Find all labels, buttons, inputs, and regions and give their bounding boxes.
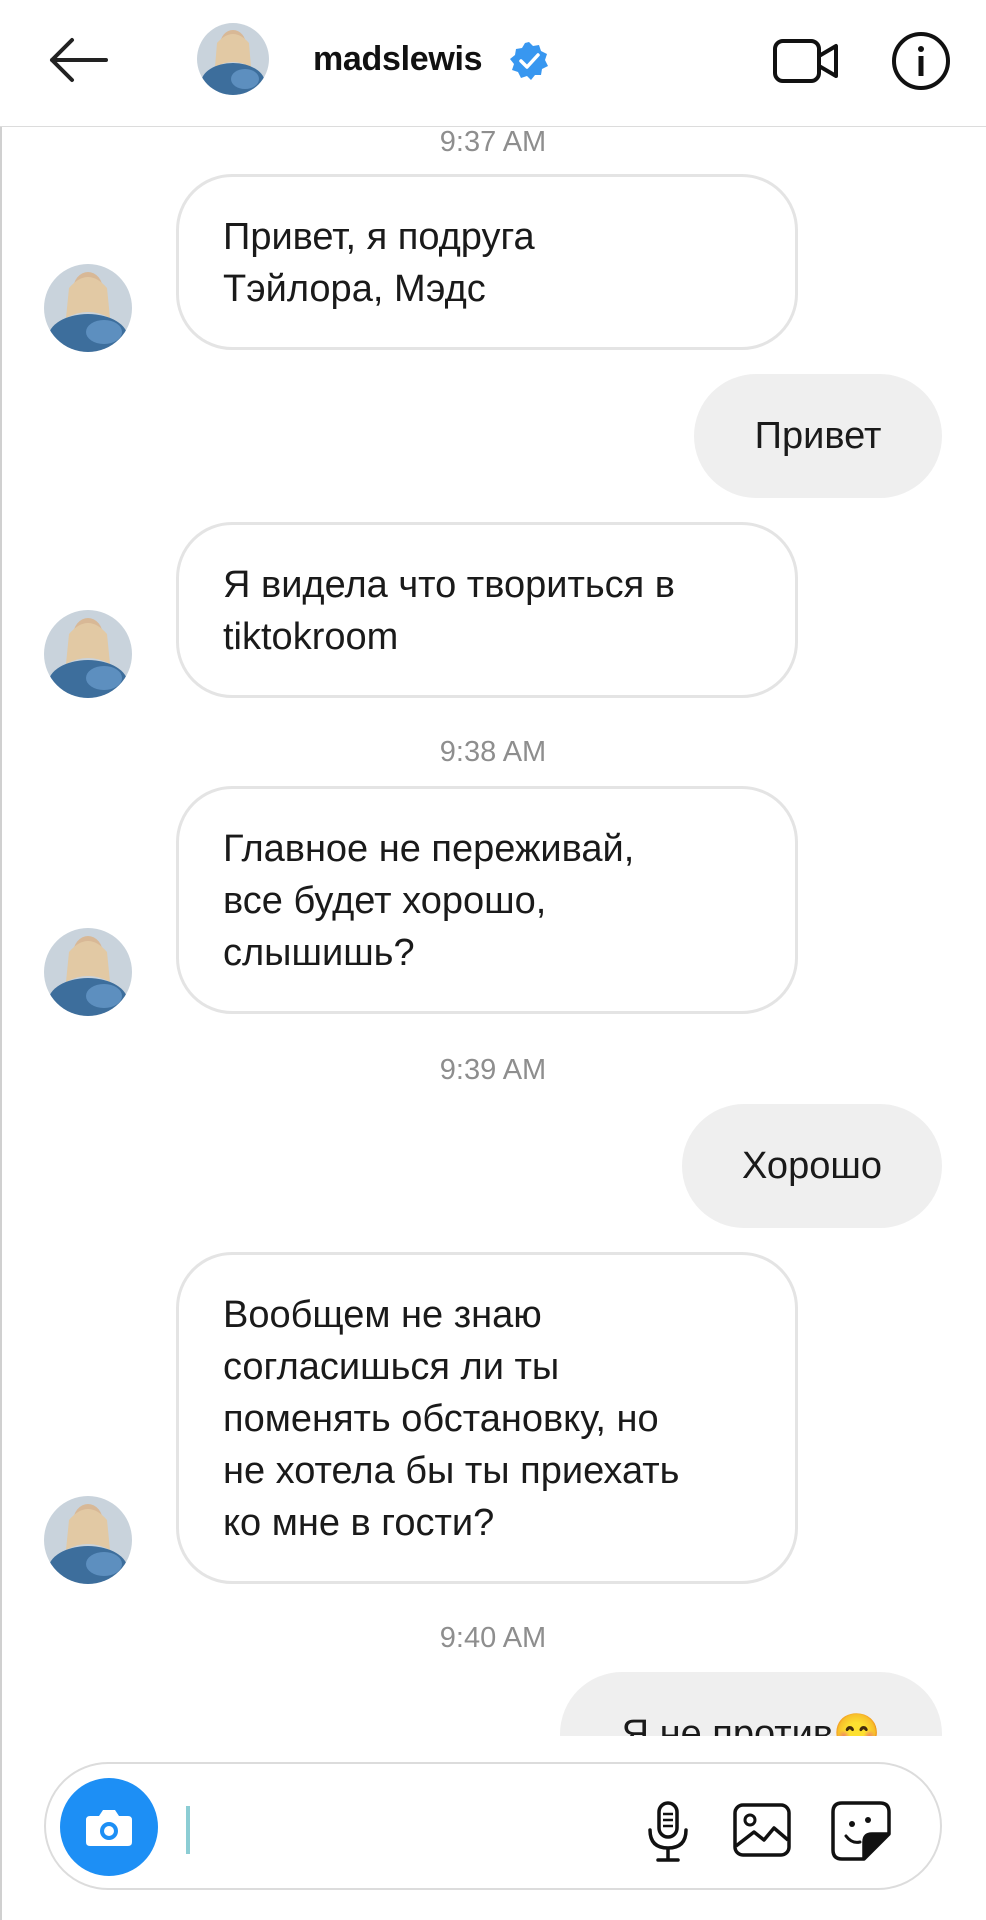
incoming-message[interactable]: Вообщем не знаю согласишься ли ты поменя…: [176, 1252, 798, 1584]
message-composer[interactable]: [44, 1762, 942, 1890]
microphone-icon: [648, 1801, 688, 1862]
back-arrow-icon: [50, 38, 108, 82]
gallery-button[interactable]: [732, 1802, 792, 1858]
info-icon: [892, 32, 950, 90]
timestamp: 9:37 AM: [439, 126, 547, 158]
incoming-message[interactable]: Я видела что твориться в tiktokroom: [176, 522, 798, 698]
header-avatar[interactable]: [197, 23, 269, 95]
video-call-button[interactable]: [772, 34, 840, 88]
timestamp: 9:40 AM: [439, 1622, 547, 1654]
info-button[interactable]: [890, 30, 952, 92]
sender-avatar[interactable]: [44, 1496, 132, 1584]
sticker-button[interactable]: [830, 1800, 892, 1862]
outgoing-message[interactable]: Хорошо: [682, 1104, 942, 1228]
sender-avatar[interactable]: [44, 610, 132, 698]
outgoing-message[interactable]: Я не против😊: [560, 1672, 942, 1736]
camera-icon: [86, 1810, 132, 1846]
video-call-icon: [773, 39, 838, 83]
camera-button[interactable]: [60, 1778, 158, 1876]
sticker-icon: [831, 1801, 891, 1861]
sender-avatar[interactable]: [44, 928, 132, 1016]
timestamp: 9:39 AM: [439, 1054, 547, 1086]
back-button[interactable]: [44, 30, 114, 90]
chat-header: madslewis: [0, 0, 986, 127]
sender-avatar[interactable]: [44, 264, 132, 352]
timestamp: 9:38 AM: [439, 736, 547, 768]
chat-username[interactable]: madslewis: [313, 40, 483, 79]
text-cursor: [186, 1806, 190, 1854]
incoming-message[interactable]: Главное не переживай, все будет хорошо, …: [176, 786, 798, 1014]
outgoing-message[interactable]: Привет: [694, 374, 942, 498]
gallery-icon: [733, 1803, 791, 1857]
incoming-message[interactable]: Привет, я подруга Тэйлора, Мэдс: [176, 174, 798, 350]
message-list[interactable]: 9:37 AM Привет, я подруга Тэйлора, Мэдс …: [0, 126, 986, 1736]
voice-message-button[interactable]: [640, 1800, 696, 1864]
verified-badge-icon: [508, 40, 550, 82]
